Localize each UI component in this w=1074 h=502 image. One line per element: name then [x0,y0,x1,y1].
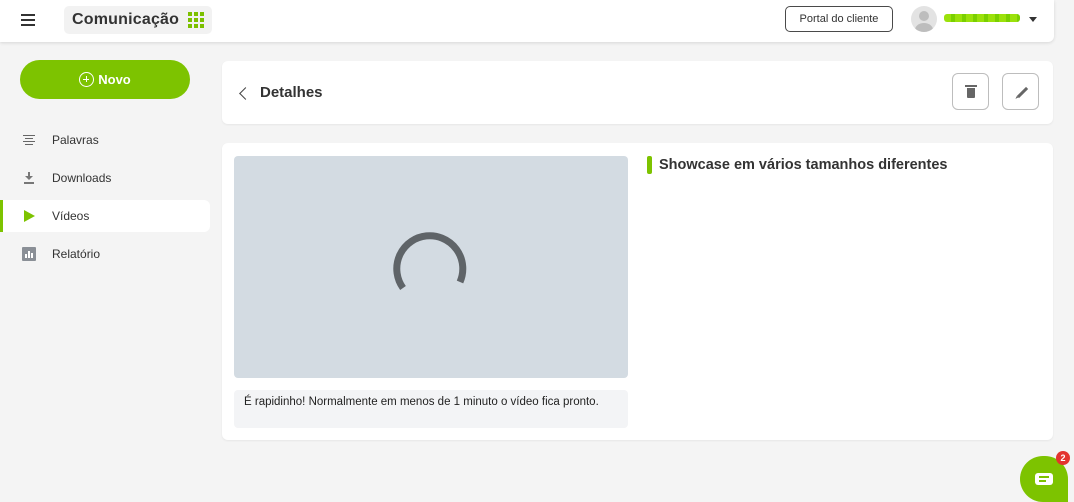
sidebar-item-label: Downloads [52,171,112,185]
title-accent-bar [647,156,652,174]
download-icon [22,171,36,185]
loading-spinner-icon [393,232,467,291]
bar-chart-icon [22,247,36,261]
sidebar-item-label: Vídeos [52,209,90,223]
chevron-down-icon[interactable] [1029,17,1037,22]
pencil-icon [1016,86,1029,99]
plus-circle-icon [79,72,95,87]
app-switcher[interactable]: Comunicação [64,6,213,34]
edit-button[interactable] [1002,73,1039,110]
user-name-redacted[interactable] [944,14,1020,22]
delete-button[interactable] [952,73,989,110]
sidebar-item-palavras[interactable]: Palavras [0,124,210,156]
sidebar-item-videos[interactable]: Vídeos [0,200,210,232]
page-title: Detalhes [260,84,323,101]
sidebar-item-label: Palavras [52,133,99,147]
app-title: Comunicação [72,11,180,28]
video-player-placeholder [234,156,628,378]
lines-icon [22,133,36,147]
apps-grid-icon [188,12,205,28]
chat-icon [1035,473,1053,485]
trash-icon [965,85,977,99]
new-button-label: Novo [98,72,131,87]
new-button[interactable]: Novo [20,60,190,99]
sidebar-item-downloads[interactable]: Downloads [0,162,210,194]
client-portal-button[interactable]: Portal do cliente [785,6,893,32]
hamburger-menu-icon[interactable] [18,10,38,30]
play-icon [22,209,36,223]
top-bar: Comunicação Portal do cliente [0,0,1054,42]
chat-unread-badge: 2 [1056,451,1070,465]
video-title: Showcase em vários tamanhos diferentes [659,157,948,173]
user-avatar[interactable] [911,6,937,32]
processing-note: É rapidinho! Normalmente em menos de 1 m… [234,390,628,428]
sidebar-nav: Palavras Downloads Vídeos Relatório [0,124,210,276]
sidebar-item-relatorio[interactable]: Relatório [0,238,210,270]
video-details-card: É rapidinho! Normalmente em menos de 1 m… [222,143,1053,440]
sidebar-item-label: Relatório [52,247,101,261]
chevron-left-icon[interactable] [238,86,248,102]
details-header: Detalhes [222,61,1053,124]
